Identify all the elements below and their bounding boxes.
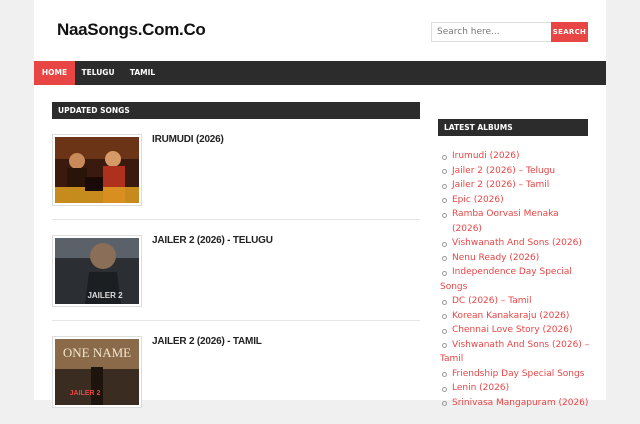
poster-subtext: JAILER 2 — [70, 390, 101, 397]
nav-item-telugu[interactable]: TELUGU — [75, 61, 121, 85]
song-thumbnail[interactable]: ONE NAME JAILER 2 — [52, 336, 142, 408]
jailer-tamil-poster: ONE NAME JAILER 2 — [55, 339, 139, 405]
search-input[interactable]: Search here... — [431, 22, 557, 42]
album-link[interactable]: Epic (2026) — [440, 193, 590, 208]
search-button[interactable]: SEARCH — [551, 22, 588, 42]
album-link[interactable]: DC (2026) – Tamil — [440, 294, 590, 309]
album-link[interactable]: Vishwanath And Sons (2026) — [440, 236, 590, 251]
album-link[interactable]: Jailer 2 (2026) – Telugu — [440, 164, 590, 179]
song-title[interactable]: JAILER 2 (2026) - TAMIL — [152, 336, 262, 347]
song-item: ONE NAME JAILER 2 JAILER 2 (2026) - TAMI… — [52, 336, 420, 424]
nav-item-home[interactable]: HOME — [34, 61, 75, 85]
album-link-text-cont[interactable]: Tamil — [440, 352, 590, 367]
song-title[interactable]: IRUMUDI (2026) — [152, 134, 224, 145]
poster-text: JAILER 2 — [87, 291, 123, 300]
jailer-telugu-poster: JAILER 2 — [55, 238, 139, 304]
page-container: NaaSongs.Com.Co Search here... SEARCH HO… — [34, 0, 606, 408]
album-link-text-cont[interactable]: Songs — [440, 280, 590, 295]
updated-songs-heading: UPDATED SONGS — [52, 102, 420, 119]
irumudi-poster — [55, 137, 139, 203]
album-link[interactable]: Ramba Oorvasi Menaka (2026) — [440, 207, 590, 236]
album-link[interactable]: Irumudi (2026) — [440, 149, 590, 164]
album-link[interactable]: Nenu Ready (2026) — [440, 251, 590, 266]
nav-item-tamil[interactable]: TAMIL — [121, 61, 164, 85]
main-nav: HOME TELUGU TAMIL — [34, 61, 606, 85]
song-thumbnail[interactable] — [52, 134, 142, 206]
song-thumbnail[interactable]: JAILER 2 — [52, 235, 142, 307]
song-item: JAILER 2 JAILER 2 (2026) - TELUGU — [52, 235, 420, 323]
divider — [52, 320, 420, 321]
latest-albums-list: Irumudi (2026) Jailer 2 (2026) – Telugu … — [440, 149, 590, 410]
divider — [52, 219, 420, 220]
album-link[interactable]: Korean Kanakaraju (2026) — [440, 309, 590, 324]
album-link[interactable]: Friendship Day Special Songs — [440, 367, 590, 382]
album-link[interactable]: Lenin (2026) — [440, 381, 590, 396]
album-link-text[interactable]: Independence Day Special — [452, 267, 572, 277]
album-link[interactable]: Chennai Love Story (2026) — [440, 323, 590, 338]
album-link-text[interactable]: Vishwanath And Sons (2026) – — [452, 340, 589, 350]
song-title[interactable]: JAILER 2 (2026) - TELUGU — [152, 235, 273, 246]
album-link[interactable]: Srinivasa Mangapuram (2026) — [440, 396, 590, 411]
album-link[interactable]: Vishwanath And Sons (2026) – Tamil — [440, 338, 590, 367]
site-title[interactable]: NaaSongs.Com.Co — [57, 20, 206, 40]
album-link[interactable]: Independence Day Special Songs — [440, 265, 590, 294]
album-link[interactable]: Jailer 2 (2026) – Tamil — [440, 178, 590, 193]
latest-albums-heading: LATEST ALBUMS — [438, 119, 588, 136]
song-item: IRUMUDI (2026) — [52, 134, 420, 222]
poster-text: ONE NAME — [63, 345, 131, 360]
